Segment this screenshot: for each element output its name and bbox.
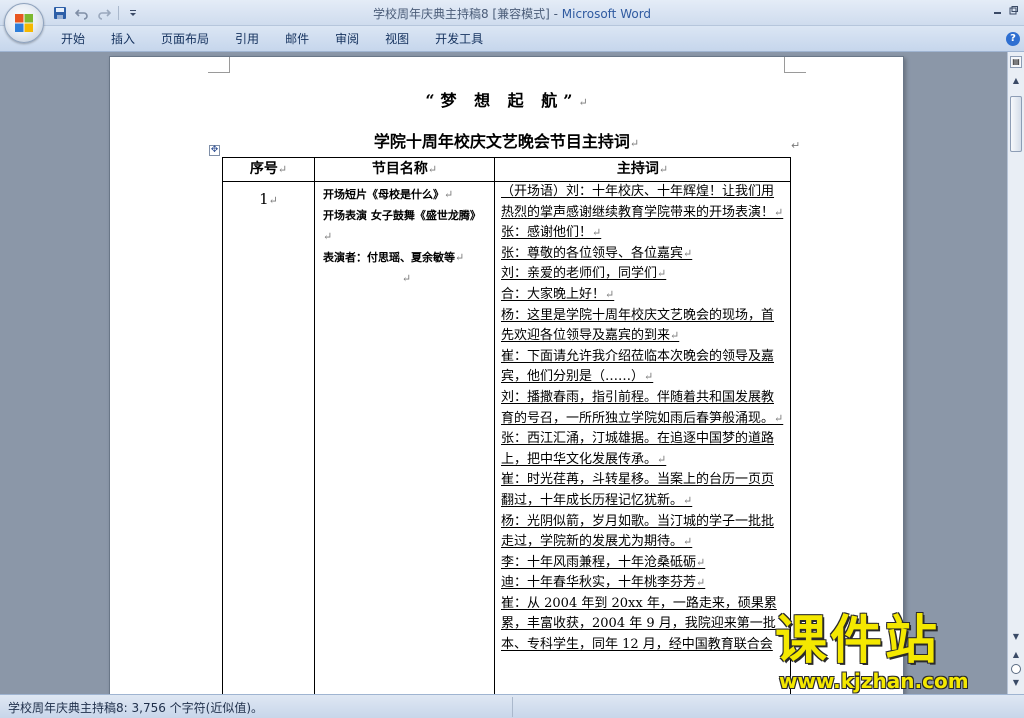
scroll-down-icon[interactable]: ▼ <box>1010 632 1022 644</box>
program-line: 表演者：付思瑶、夏余敏等↵ <box>323 251 465 264</box>
watermark-text: 课件站 <box>775 611 941 671</box>
minimize-button[interactable] <box>990 3 1004 17</box>
title-bar: 学校周年庆典主持稿8 [兼容模式] - Microsoft Word <box>0 0 1024 43</box>
paragraph-mark: ↵ <box>629 137 640 150</box>
vertical-scrollbar[interactable]: ▤ ▲ ▼ ▲ ▼ <box>1007 52 1024 694</box>
tab-insert[interactable]: 插入 <box>98 26 148 52</box>
document-title[interactable]: “梦 想 起 航”↵ <box>110 87 903 111</box>
host-line: 刘：播撒春雨，指引前程。伴随着共和国发展教育的号召，一所所独立学院如雨后春笋般涌… <box>501 389 784 426</box>
table-move-handle-icon[interactable]: ✥ <box>209 145 220 156</box>
host-line: 合：大家晚上好！↵ <box>501 286 615 302</box>
header-number[interactable]: 序号↵ <box>222 157 315 182</box>
tab-developer[interactable]: 开发工具 <box>422 26 496 52</box>
ribbon-tabs: 开始 插入 页面布局 引用 邮件 审阅 视图 开发工具 <box>48 26 496 52</box>
program-line: ↵ <box>401 272 412 285</box>
tab-home[interactable]: 开始 <box>48 26 98 52</box>
program-table: 序号↵ 节目名称↵ 主持词↵ 1↵ 开场短片《母校是什么》↵ 开场表演 女子鼓舞… <box>222 157 791 694</box>
table-row: 1↵ 开场短片《母校是什么》↵ 开场表演 女子鼓舞《盛世龙腾》↵ 表演者：付思瑶… <box>222 181 791 694</box>
status-bar: 学校周年庆典主持稿8: 3,756 个字符(近似值)。 <box>0 694 1024 718</box>
host-line: 张：尊敬的各位领导、各位嘉宾↵ <box>501 245 693 261</box>
restore-icon <box>1009 5 1018 14</box>
ruler-toggle-icon[interactable]: ▤ <box>1010 56 1022 68</box>
restore-button[interactable] <box>1006 3 1020 17</box>
tab-review[interactable]: 审阅 <box>322 26 372 52</box>
host-line: 李：十年风雨兼程，十年沧桑砥砺↵ <box>501 554 706 570</box>
window-controls <box>990 3 1020 17</box>
watermark-url: www.kjzhan.com <box>779 669 969 693</box>
window-title: 学校周年庆典主持稿8 [兼容模式] - Microsoft Word <box>0 5 1024 22</box>
header-program[interactable]: 节目名称↵ <box>314 157 495 182</box>
minimize-icon <box>993 11 1001 14</box>
tab-references[interactable]: 引用 <box>222 26 272 52</box>
document-area[interactable]: “梦 想 起 航”↵ 学院十周年校庆文艺晚会节目主持词↵ ✥ 序号↵ 节目名称↵… <box>0 52 1007 694</box>
document-page[interactable]: “梦 想 起 航”↵ 学院十周年校庆文艺晚会节目主持词↵ ✥ 序号↵ 节目名称↵… <box>109 56 904 694</box>
office-button-icon <box>15 14 33 32</box>
office-button[interactable] <box>4 3 44 43</box>
host-line: 崔：从 2004 年到 20xx 年，一路走来，硕果累累，丰富收获，2004 年… <box>501 595 777 653</box>
paragraph-mark: ↵ <box>578 96 588 109</box>
cell-number[interactable]: 1↵ <box>222 181 315 694</box>
help-icon[interactable]: ? <box>1006 32 1020 46</box>
watermark-logo: 课件站 www.kjzhan.com <box>775 613 1007 693</box>
crop-mark-top-right <box>784 57 806 73</box>
doc-name: 学校周年庆典主持稿8 <box>372 7 489 21</box>
host-line: 崔：时光荏苒，斗转星移。当案上的台历一页页翻过，十年成长历程记忆犹新。↵ <box>501 472 775 508</box>
host-line: 杨：这里是学院十周年校庆文艺晚会的现场，首先欢迎各位领导及嘉宾的到来↵ <box>501 307 775 344</box>
browse-object-icon[interactable] <box>1011 664 1021 674</box>
ribbon: 开始 插入 页面布局 引用 邮件 审阅 视图 开发工具 ? <box>0 26 1024 52</box>
title-separator: - <box>549 7 562 21</box>
scroll-up-icon[interactable]: ▲ <box>1010 76 1022 88</box>
host-line: 崔：下面请允许我介绍莅临本次晚会的领导及嘉宾，他们分别是（……）↵ <box>501 348 775 385</box>
previous-page-icon[interactable]: ▲ <box>1010 650 1022 662</box>
app-name: Microsoft Word <box>561 7 652 21</box>
host-line: 张：感谢他们！↵ <box>501 225 602 241</box>
compat-mode: [兼容模式] <box>492 7 550 21</box>
host-line: 杨：光阴似箭，岁月如歌。当汀城的学子一批批走过，学院新的发展尤为期待。↵ <box>501 513 775 550</box>
host-line: （开场语）刘：十年校庆、十年辉煌！让我们用热烈的掌声感谢继续教育学院带来的开场表… <box>501 184 784 220</box>
word-count-status[interactable]: 学校周年庆典主持稿8: 3,756 个字符(近似值)。 <box>8 699 263 716</box>
host-line: 刘：亲爱的老师们，同学们↵ <box>501 266 667 282</box>
crop-mark-top-left <box>208 57 230 73</box>
host-line: 迪：十年春华秋实，十年桃李芬芳↵ <box>501 575 706 591</box>
status-divider <box>512 697 513 717</box>
tab-page-layout[interactable]: 页面布局 <box>148 26 222 52</box>
cell-program[interactable]: 开场短片《母校是什么》↵ 开场表演 女子鼓舞《盛世龙腾》↵ 表演者：付思瑶、夏余… <box>314 181 495 694</box>
tab-view[interactable]: 视图 <box>372 26 422 52</box>
program-line: 开场表演 女子鼓舞《盛世龙腾》↵ <box>323 209 481 243</box>
header-host-words[interactable]: 主持词↵ <box>494 157 791 182</box>
document-subtitle[interactable]: 学院十周年校庆文艺晚会节目主持词↵ <box>110 128 903 152</box>
host-line: 张：西江汇涌，汀城雄据。在追逐中国梦的道路上，把中华文化发展传承。↵ <box>501 431 775 467</box>
row-end-mark: ↵ <box>791 139 801 152</box>
cell-host-words[interactable]: （开场语）刘：十年校庆、十年辉煌！让我们用热烈的掌声感谢继续教育学院带来的开场表… <box>494 181 791 694</box>
table-header-row: 序号↵ 节目名称↵ 主持词↵ <box>222 157 791 182</box>
scroll-thumb[interactable] <box>1010 96 1022 152</box>
program-line: 开场短片《母校是什么》↵ <box>323 188 454 201</box>
tab-mailings[interactable]: 邮件 <box>272 26 322 52</box>
next-page-icon[interactable]: ▼ <box>1010 678 1022 690</box>
